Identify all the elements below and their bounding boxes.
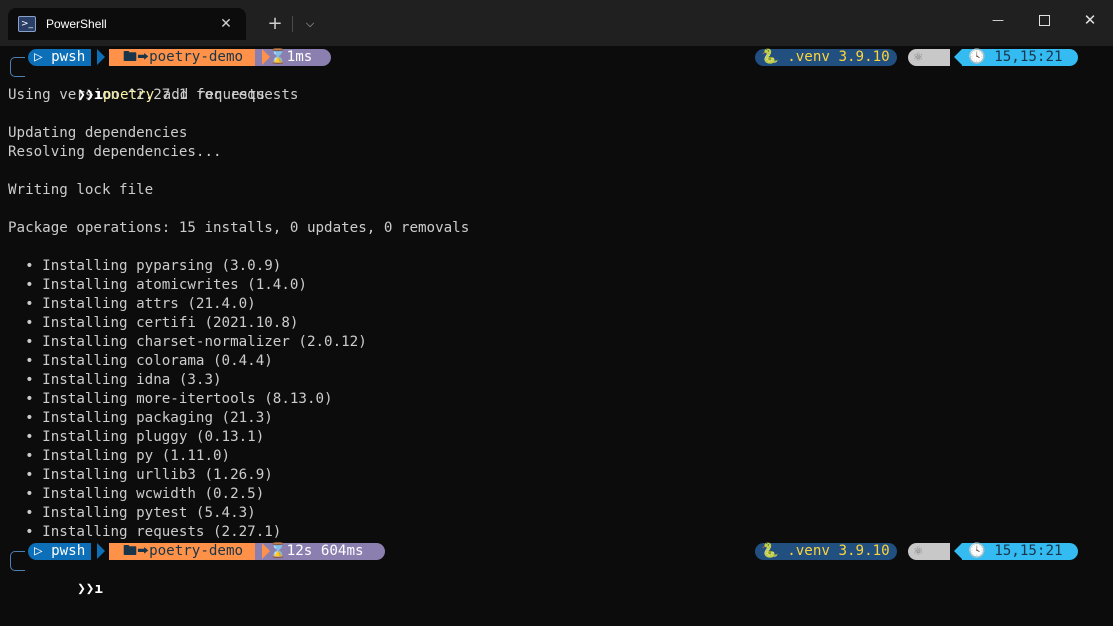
powershell-icon: >_ [18,16,36,32]
output-line: Package operations: 15 installs, 0 updat… [8,220,470,236]
output-line: • Installing idna (3.3) [8,372,222,388]
clock-segment: 🕓 15,15:21 [962,49,1078,66]
output-line: • Installing certifi (2021.10.8) [8,315,299,331]
segment-arrow-icon [97,49,105,65]
command-line-1: ❯❯ıpoetry add requests [8,67,1108,103]
clock-segment: 🕓 15,15:21 [962,543,1078,560]
tab-powershell[interactable]: >_ PowerShell ✕ [8,8,246,40]
prompt-line-2: ▷ pwsh 🖿⮕poetry-demo ⌛12s 604ms 🐍 .venv … [8,542,1108,562]
output-line: Updating dependencies [8,125,188,141]
output-line: Resolving dependencies... [8,144,222,160]
output-line: • Installing urllib3 (1.26.9) [8,467,273,483]
output-line: • Installing pytest (5.4.3) [8,505,256,521]
segment-arrow-icon [954,49,962,65]
close-tab-icon[interactable]: ✕ [216,14,236,34]
segment-arrow-icon [954,543,962,559]
close-window-button[interactable]: ✕ [1067,6,1113,34]
maximize-button[interactable] [1021,6,1067,34]
maximize-icon [1038,15,1050,26]
duration-segment: ⌛12s 604ms [255,543,385,560]
new-tab-button[interactable]: + [262,12,288,36]
path-segment: 🖿⮕poetry-demo [109,49,262,66]
shell-segment: ▷ pwsh [28,49,92,66]
segment-arrow-icon [262,49,270,65]
venv-segment: 🐍 .venv 3.9.10 [755,49,897,66]
output-line: • Installing atomicwrites (1.4.0) [8,277,307,293]
command-args: add requests [154,87,266,103]
command-line-2[interactable]: ❯❯ı [8,561,1108,597]
tab-title: PowerShell [46,17,107,31]
segment-arrow-icon [262,543,270,559]
output-line: • Installing pluggy (0.13.1) [8,429,265,445]
output-line: • Installing charset-normalizer (2.0.12) [8,334,367,350]
command-name: poetry [102,87,155,103]
venv-segment: 🐍 .venv 3.9.10 [755,543,897,560]
shell-segment: ▷ pwsh [28,543,92,560]
output-line: • Installing requests (2.27.1) [8,524,282,540]
dropdown-chevron-icon[interactable]: ⌵ [298,12,322,36]
prompt-glyph: ❯❯ı [77,87,103,103]
output-line: • Installing colorama (0.4.4) [8,353,273,369]
prompt-connector-icon [10,561,25,571]
node-segment: ⚛ [908,49,950,66]
minimize-button[interactable]: — [975,6,1021,34]
output-line: • Installing wcwidth (0.2.5) [8,486,265,502]
output-line: • Installing py (1.11.0) [8,448,231,464]
output-line: • Installing more-itertools (8.13.0) [8,391,333,407]
tab-separator [292,16,293,32]
output-line: • Installing pyparsing (3.0.9) [8,258,282,274]
output-line: • Installing attrs (21.4.0) [8,296,256,312]
prompt-glyph: ❯❯ı [77,581,103,597]
node-segment: ⚛ [908,543,950,560]
output-line: Writing lock file [8,182,154,198]
path-segment: 🖿⮕poetry-demo [109,543,262,560]
segment-arrow-icon [97,543,105,559]
prompt-line-1: ▷ pwsh 🖿⮕poetry-demo ⌛1ms 🐍 .venv 3.9.10… [8,48,1108,68]
prompt-connector-icon [10,67,25,77]
terminal-output[interactable]: ▷ pwsh 🖿⮕poetry-demo ⌛1ms 🐍 .venv 3.9.10… [8,48,1108,597]
output-line: • Installing packaging (21.3) [8,410,273,426]
title-bar: >_ PowerShell ✕ + ⌵ — ✕ [0,0,1113,46]
